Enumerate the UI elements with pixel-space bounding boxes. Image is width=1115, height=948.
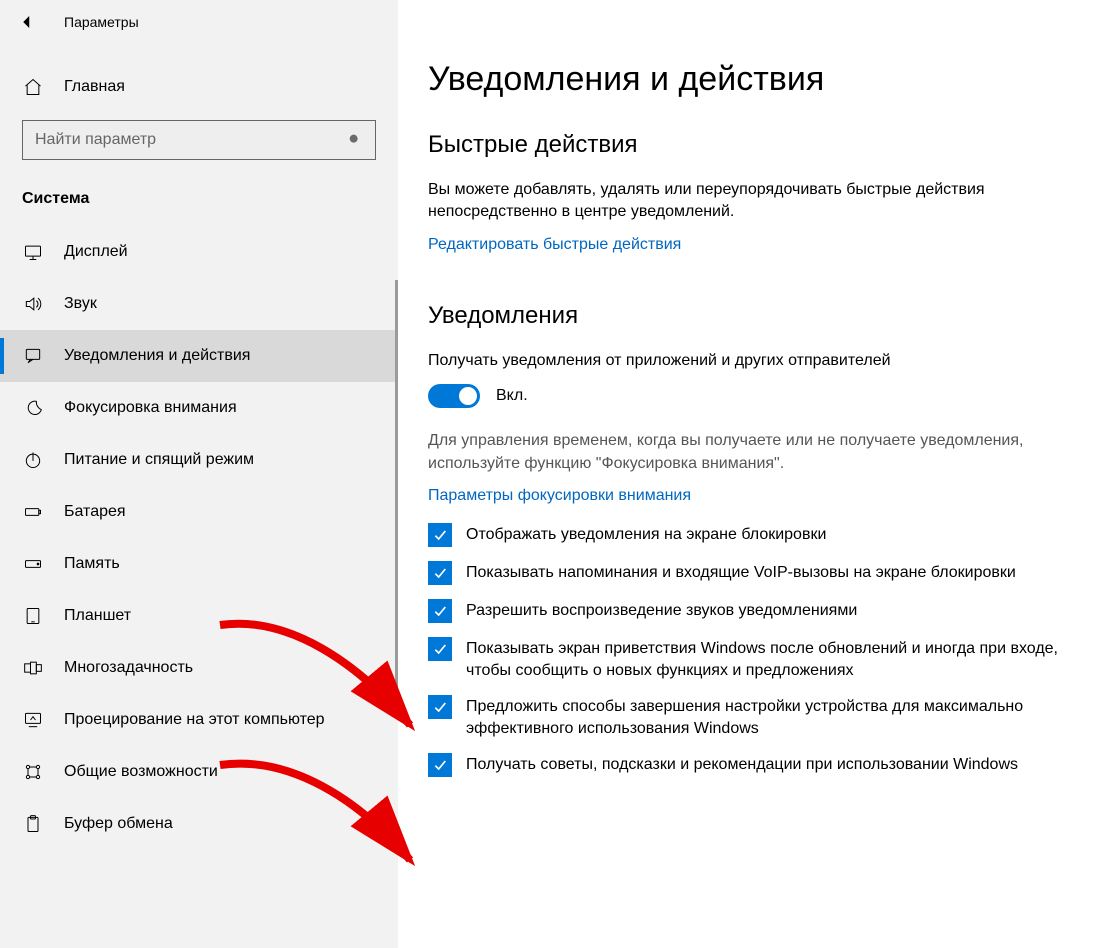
focus-settings-link[interactable]: Параметры фокусировки внимания xyxy=(428,487,691,504)
checkbox-icon[interactable] xyxy=(428,561,452,585)
home-icon xyxy=(22,76,44,98)
check-welcome[interactable]: Показывать экран приветствия Windows пос… xyxy=(428,637,1068,681)
sidebar-item-tablet[interactable]: Планшет xyxy=(0,590,398,642)
sidebar-item-projecting[interactable]: Проецирование на этот компьютер xyxy=(0,694,398,746)
battery-icon xyxy=(22,501,44,523)
sidebar-item-label: Дисплей xyxy=(64,243,128,261)
display-icon xyxy=(22,241,44,263)
titlebar: Параметры xyxy=(0,0,398,44)
sidebar-item-sound[interactable]: Звук xyxy=(0,278,398,330)
sidebar-item-label: Проецирование на этот компьютер xyxy=(64,711,325,729)
quick-actions-desc: Вы можете добавлять, удалять или переупо… xyxy=(428,179,1068,224)
storage-icon xyxy=(22,553,44,575)
sidebar-item-label: Буфер обмена xyxy=(64,815,173,833)
home-label: Главная xyxy=(64,78,125,96)
sidebar-item-multitask[interactable]: Многозадачность xyxy=(0,642,398,694)
search-input[interactable] xyxy=(22,120,376,160)
checkbox-icon[interactable] xyxy=(428,523,452,547)
notifications-toggle-desc: Получать уведомления от приложений и дру… xyxy=(428,350,1068,372)
sidebar-item-battery[interactable]: Батарея xyxy=(0,486,398,538)
checkbox-icon[interactable] xyxy=(428,695,452,719)
sidebar-item-label: Память xyxy=(64,555,120,573)
window-title: Параметры xyxy=(64,14,139,30)
tablet-icon xyxy=(22,605,44,627)
sidebar-item-label: Уведомления и действия xyxy=(64,347,250,365)
shared-icon xyxy=(22,761,44,783)
search-field[interactable] xyxy=(35,131,347,149)
sidebar-item-notifications[interactable]: Уведомления и действия xyxy=(0,330,398,382)
projecting-icon xyxy=(22,709,44,731)
focus-hint: Для управления временем, когда вы получа… xyxy=(428,430,1068,475)
sidebar-item-focus[interactable]: Фокусировка внимания xyxy=(0,382,398,434)
page-title: Уведомления и действия xyxy=(428,60,1075,99)
search-icon xyxy=(347,132,363,148)
sidebar-item-storage[interactable]: Память xyxy=(0,538,398,590)
sidebar-scrollbar[interactable] xyxy=(395,280,398,710)
notifications-icon xyxy=(22,345,44,367)
multitask-icon xyxy=(22,657,44,679)
sidebar-item-label: Общие возможности xyxy=(64,763,218,781)
checkbox-icon[interactable] xyxy=(428,599,452,623)
sidebar: Параметры Главная Система Дисплей xyxy=(0,0,398,948)
sidebar-item-home[interactable]: Главная xyxy=(0,62,398,112)
sidebar-item-power[interactable]: Питание и спящий режим xyxy=(0,434,398,486)
check-lockscreen[interactable]: Отображать уведомления на экране блокиро… xyxy=(428,523,1068,547)
main-content: Уведомления и действия Быстрые действия … xyxy=(398,0,1115,948)
checkbox-icon[interactable] xyxy=(428,637,452,661)
sidebar-item-label: Планшет xyxy=(64,607,131,625)
notification-checkbox-list: Отображать уведомления на экране блокиро… xyxy=(428,523,1068,777)
sidebar-item-label: Фокусировка внимания xyxy=(64,399,237,417)
power-icon xyxy=(22,449,44,471)
check-sounds[interactable]: Разрешить воспроизведение звуков уведомл… xyxy=(428,599,1068,623)
check-label: Получать советы, подсказки и рекомендаци… xyxy=(466,753,1018,776)
sidebar-item-label: Питание и спящий режим xyxy=(64,451,254,469)
check-label: Отображать уведомления на экране блокиро… xyxy=(466,523,826,546)
check-label: Разрешить воспроизведение звуков уведомл… xyxy=(466,599,857,622)
check-setup-suggest[interactable]: Предложить способы завершения настройки … xyxy=(428,695,1068,739)
quick-actions-heading: Быстрые действия xyxy=(428,131,1075,159)
notifications-heading: Уведомления xyxy=(428,302,1075,330)
notifications-toggle[interactable] xyxy=(428,384,480,408)
sidebar-item-display[interactable]: Дисплей xyxy=(0,226,398,278)
focus-icon xyxy=(22,397,44,419)
check-label: Предложить способы завершения настройки … xyxy=(466,695,1068,739)
sidebar-item-label: Звук xyxy=(64,295,97,313)
sidebar-nav: Дисплей Звук Уведомления и действия Фоку… xyxy=(0,226,398,850)
sidebar-item-label: Многозадачность xyxy=(64,659,193,677)
sidebar-item-label: Батарея xyxy=(64,503,126,521)
check-label: Показывать экран приветствия Windows пос… xyxy=(466,637,1068,681)
check-tips[interactable]: Получать советы, подсказки и рекомендаци… xyxy=(428,753,1068,777)
back-icon[interactable] xyxy=(18,13,36,31)
checkbox-icon[interactable] xyxy=(428,753,452,777)
edit-quick-actions-link[interactable]: Редактировать быстрые действия xyxy=(428,236,681,253)
check-voip[interactable]: Показывать напоминания и входящие VoIP-в… xyxy=(428,561,1068,585)
sound-icon xyxy=(22,293,44,315)
sidebar-item-clipboard[interactable]: Буфер обмена xyxy=(0,798,398,850)
sidebar-section-title: Система xyxy=(0,160,398,218)
clipboard-icon xyxy=(22,813,44,835)
toggle-state: Вкл. xyxy=(496,387,528,405)
check-label: Показывать напоминания и входящие VoIP-в… xyxy=(466,561,1016,584)
sidebar-item-shared[interactable]: Общие возможности xyxy=(0,746,398,798)
